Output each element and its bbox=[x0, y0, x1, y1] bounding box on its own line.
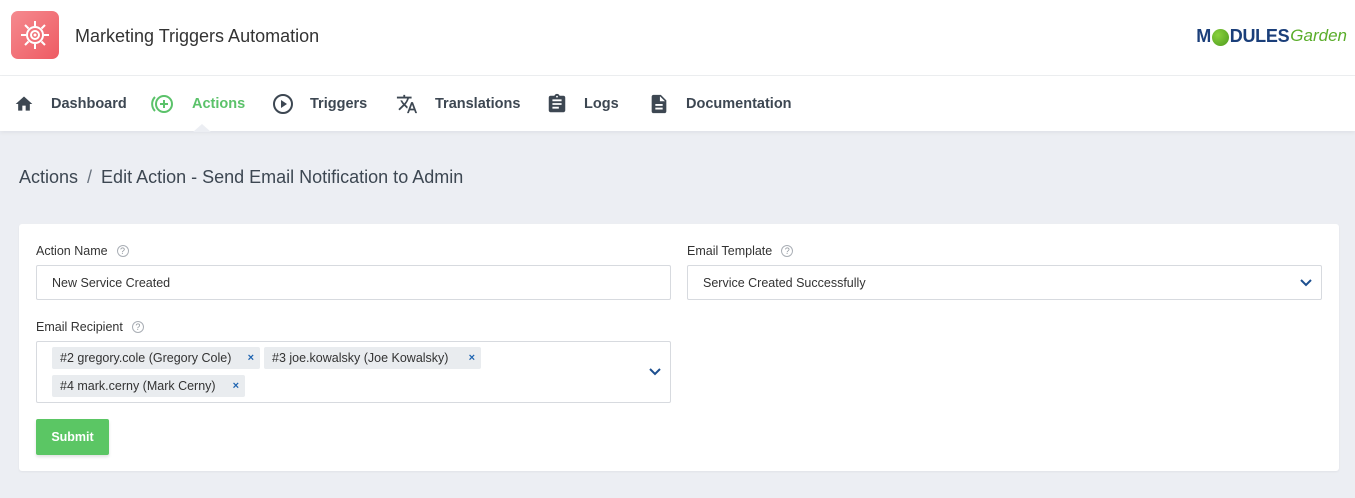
remove-tag-icon[interactable]: × bbox=[248, 352, 254, 364]
nav-item-translations[interactable]: Translations bbox=[395, 76, 520, 131]
submit-button[interactable]: Submit bbox=[36, 419, 109, 455]
target-logo-icon bbox=[11, 11, 59, 59]
nav-item-logs[interactable]: Logs bbox=[546, 76, 619, 131]
action-name-input[interactable]: New Service Created bbox=[36, 265, 671, 300]
app-title: Marketing Triggers Automation bbox=[75, 26, 320, 46]
active-tab-caret bbox=[193, 124, 211, 132]
modulesgarden-logo: M DULES Garden bbox=[1196, 25, 1347, 46]
nav-item-documentation[interactable]: Documentation bbox=[648, 76, 792, 131]
breadcrumb: Actions / Edit Action - Send Email Notif… bbox=[19, 167, 463, 188]
help-icon[interactable]: ? bbox=[131, 321, 144, 333]
main-nav: Dashboard Actions Triggers Translations … bbox=[0, 76, 1355, 131]
translate-icon bbox=[396, 94, 418, 113]
nav-item-triggers[interactable]: Triggers bbox=[272, 76, 367, 131]
breadcrumb-root[interactable]: Actions bbox=[19, 167, 78, 188]
remove-tag-icon[interactable]: × bbox=[469, 352, 475, 364]
email-recipient-label: Email Recipient ? bbox=[36, 320, 144, 334]
breadcrumb-separator: / bbox=[87, 167, 93, 187]
home-icon bbox=[15, 96, 33, 111]
breadcrumb-current: Edit Action - Send Email Notification to… bbox=[101, 167, 464, 187]
email-recipient-multiselect[interactable]: #2 gregory.cole (Gregory Cole) × #3 joe.… bbox=[36, 341, 671, 403]
remove-tag-icon[interactable]: × bbox=[233, 380, 239, 392]
document-icon bbox=[651, 94, 667, 113]
action-name-label: Action Name ? bbox=[36, 244, 129, 258]
nav-item-actions[interactable]: Actions bbox=[150, 76, 245, 131]
chevron-down-icon[interactable] bbox=[649, 368, 661, 376]
edit-action-form: Action Name ? New Service Created Email … bbox=[19, 224, 1339, 471]
email-template-label: Email Template ? bbox=[687, 244, 794, 258]
top-header: Marketing Triggers Automation M DULES Gard… bbox=[0, 0, 1355, 76]
recipient-tag: #3 joe.kowalsky (Joe Kowalsky) × bbox=[264, 347, 481, 369]
recipient-tag: #2 gregory.cole (Gregory Cole) × bbox=[52, 347, 260, 369]
chevron-down-icon bbox=[1300, 278, 1312, 286]
nav-item-dashboard[interactable]: Dashboard bbox=[13, 76, 127, 131]
help-icon[interactable]: ? bbox=[781, 245, 794, 257]
email-template-select[interactable]: Service Created Successfully bbox=[687, 265, 1322, 300]
play-circle-icon bbox=[273, 93, 293, 114]
help-icon[interactable]: ? bbox=[116, 245, 129, 257]
recipient-tag: #4 mark.cerny (Mark Cerny) × bbox=[52, 375, 245, 397]
add-circle-icon bbox=[151, 94, 173, 113]
clipboard-icon bbox=[548, 93, 566, 112]
